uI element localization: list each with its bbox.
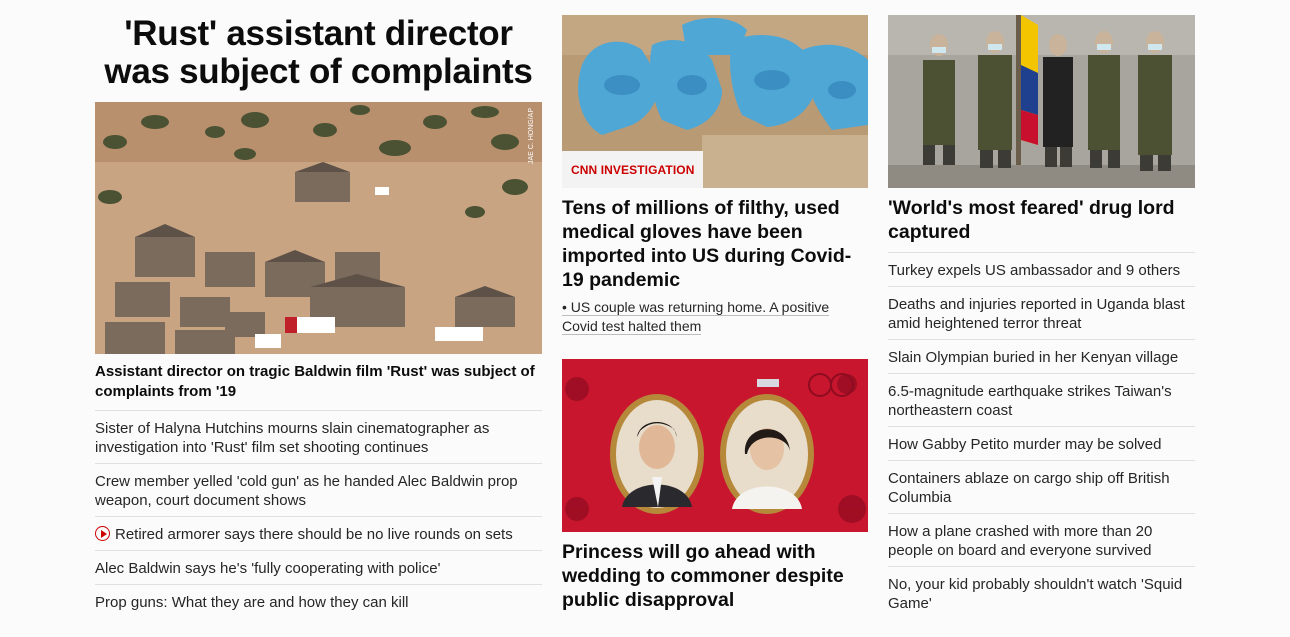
- list-item[interactable]: Slain Olympian buried in her Kenyan vill…: [888, 339, 1195, 373]
- play-video-icon: [95, 526, 110, 541]
- list-item[interactable]: Turkey expels US ambassador and 9 others: [888, 252, 1195, 286]
- lead-story-column: 'Rust' assistant director was subject of…: [95, 0, 542, 618]
- drug-lord-captured-photo[interactable]: [888, 15, 1195, 188]
- cnn-investigation-badge: CNN INVESTIGATION: [562, 151, 704, 188]
- list-item[interactable]: Deaths and injuries reported in Uganda b…: [888, 286, 1195, 339]
- lead-headline[interactable]: 'Rust' assistant director was subject of…: [95, 0, 542, 91]
- list-item[interactable]: No, your kid probably shouldn't watch 'S…: [888, 566, 1195, 619]
- covid-couple-link-label: • US couple was returning home. A positi…: [562, 299, 830, 335]
- medical-gloves-photo[interactable]: CNN INVESTIGATION: [562, 15, 868, 188]
- top-stories-list: Turkey expels US ambassador and 9 others…: [888, 252, 1195, 619]
- list-item[interactable]: How Gabby Petito murder may be solved: [888, 426, 1195, 460]
- drug-lord-headline[interactable]: 'World's most feared' drug lord captured: [888, 196, 1195, 252]
- princess-headline[interactable]: Princess will go ahead with wedding to c…: [562, 540, 868, 612]
- list-item[interactable]: Containers ablaze on cargo ship off Brit…: [888, 460, 1195, 513]
- covid-couple-link[interactable]: • US couple was returning home. A positi…: [562, 298, 868, 336]
- right-column: 'World's most feared' drug lord captured…: [888, 0, 1195, 619]
- photo-credit: JAE C. HONG/AP: [528, 108, 535, 164]
- list-item[interactable]: Sister of Halyna Hutchins mourns slain c…: [95, 410, 542, 463]
- princess-image: [562, 359, 868, 532]
- princess-wedding-photo[interactable]: [562, 359, 868, 532]
- list-item[interactable]: Crew member yelled 'cold gun' as he hand…: [95, 463, 542, 516]
- list-item[interactable]: 6.5-magnitude earthquake strikes Taiwan'…: [888, 373, 1195, 426]
- rust-film-set-photo[interactable]: JAE C. HONG/AP: [95, 102, 542, 354]
- gloves-headline[interactable]: Tens of millions of filthy, used medical…: [562, 196, 868, 292]
- lead-card-headline[interactable]: Assistant director on tragic Baldwin fil…: [95, 362, 542, 410]
- list-item[interactable]: How a plane crashed with more than 20 pe…: [888, 513, 1195, 566]
- middle-column: CNN INVESTIGATION Tens of millions of fi…: [562, 0, 868, 612]
- list-item[interactable]: Prop guns: What they are and how they ca…: [95, 584, 542, 618]
- list-item[interactable]: Retired armorer says there should be no …: [95, 516, 542, 550]
- film-set-image: JAE C. HONG/AP: [95, 102, 542, 354]
- related-links-list: Sister of Halyna Hutchins mourns slain c…: [95, 410, 542, 618]
- list-item-label: Retired armorer says there should be no …: [115, 526, 513, 543]
- drug-lord-image: [888, 15, 1195, 188]
- list-item[interactable]: Alec Baldwin says he's 'fully cooperatin…: [95, 550, 542, 584]
